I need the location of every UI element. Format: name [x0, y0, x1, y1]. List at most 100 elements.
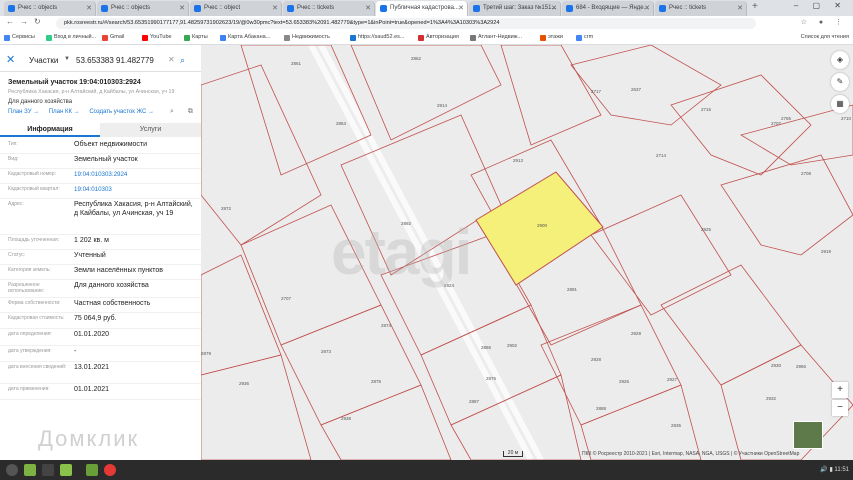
bookmark-item[interactable]: https://saud52.es... — [350, 34, 404, 41]
window-controls[interactable]: – ▢ ✕ — [794, 1, 847, 10]
parcel-label: 2875 — [371, 379, 382, 384]
chevron-down-icon[interactable]: ▼ — [64, 56, 70, 62]
parcel-outline[interactable] — [201, 354, 312, 460]
zoom-to-icon[interactable]: ⌕ ⧉ — [170, 108, 199, 116]
bookmark-item[interactable]: Карта Абакана... — [220, 34, 270, 41]
plan-kk-link[interactable]: План КК → — [49, 109, 80, 115]
parcel-label: 2765 — [781, 116, 792, 121]
search-type-select[interactable]: Участки — [29, 56, 58, 65]
bookmark-item[interactable]: Карты — [184, 34, 208, 41]
parcel-outline[interactable] — [240, 45, 372, 176]
cadastral-map[interactable]: 2861 2862 2913 2717 2637 2714 2715 2707 2708 2863… — [201, 45, 853, 460]
close-tab-icon[interactable]: ✕ — [644, 1, 650, 16]
system-tray[interactable]: 🔊 ▮ 11:51 — [820, 466, 849, 473]
bookmark-item[interactable]: Gmail — [102, 34, 124, 41]
panel-tabs: Информация Услуги — [0, 123, 201, 137]
attribute-label: Кадастровая стоимость: — [8, 315, 65, 321]
basemap-switcher[interactable] — [793, 421, 823, 449]
chrome-icon[interactable] — [104, 464, 116, 476]
attribute-value: Республика Хакасия, р-н Алтайский, д Кай… — [74, 201, 193, 217]
bookmark-item[interactable]: Атлант-Недвиж... — [470, 34, 522, 41]
zoom-in-button[interactable]: + — [832, 382, 848, 398]
bookmark-item[interactable]: Сервисы — [4, 34, 35, 41]
close-tab-icon[interactable]: ✕ — [86, 1, 92, 16]
browser-tab[interactable]: Публичная кадастрова... ✕ — [376, 1, 468, 16]
attribute-value[interactable]: 19:04:010303:2924 — [74, 170, 196, 179]
tab-info[interactable]: Информация — [0, 123, 100, 137]
extension-icons[interactable]: ☆ ● ⋮ — [801, 18, 847, 26]
parcel-label: 2914 — [437, 103, 448, 108]
parcel-label: 2715 — [701, 107, 712, 112]
parcel-label: 2926 — [619, 379, 630, 384]
attribute-label: Адрес: — [8, 201, 24, 207]
reload-icon[interactable]: ↻ — [34, 17, 41, 26]
close-icon[interactable]: ✕ — [6, 53, 15, 66]
parcel-label: 2888 — [596, 406, 607, 411]
files-window-icon[interactable] — [86, 464, 98, 476]
terminal-icon[interactable] — [42, 464, 54, 476]
close-tab-icon[interactable]: ✕ — [551, 1, 557, 16]
browser-tab[interactable]: Рчес :: tickets ✕ — [655, 1, 747, 16]
browser-tab[interactable]: Третий шаг: Заказ №151... ✕ — [469, 1, 561, 16]
parcel-outline[interactable] — [320, 384, 452, 460]
parcel-outline[interactable] — [580, 384, 702, 460]
close-tab-icon[interactable]: ✕ — [737, 1, 743, 16]
bookmark-item[interactable]: этажи — [540, 34, 563, 41]
attribute-row: Кадастровая стоимость: 75 064,9 руб. — [0, 313, 201, 329]
parcel-outline[interactable] — [500, 45, 602, 146]
favicon-icon — [287, 5, 294, 12]
parcel-label: 2919 — [821, 249, 832, 254]
attribute-label: Площадь уточненная: — [8, 237, 60, 243]
parcel-outline[interactable] — [350, 45, 502, 141]
parcel-outline[interactable] — [670, 74, 812, 176]
close-tab-icon[interactable]: ✕ — [365, 1, 371, 16]
parcel-label: 2935 — [671, 423, 682, 428]
attribute-label: Статус: — [8, 252, 26, 258]
browser-tab[interactable]: Рчес :: tickets ✕ — [283, 1, 375, 16]
parcel-label: 2874 — [381, 323, 392, 328]
folder-icon[interactable] — [60, 464, 72, 476]
close-tab-icon[interactable]: ✕ — [179, 1, 185, 16]
parcel-outline[interactable] — [590, 194, 732, 316]
search-input[interactable]: 53.653383 91.482779 — [76, 56, 154, 65]
tab-services[interactable]: Услуги — [100, 123, 201, 137]
forward-icon[interactable]: → — [20, 17, 28, 26]
parcel-outline[interactable] — [280, 304, 422, 426]
attribute-value[interactable]: 19:04:010303 — [74, 185, 196, 194]
parcel-label: 2928 — [591, 357, 602, 362]
parcel-outline[interactable] — [540, 304, 682, 426]
bookmark-item[interactable]: Авторизация — [418, 34, 459, 41]
new-tab-button[interactable]: + — [752, 1, 758, 12]
browser-tab[interactable]: 684 - Входящие — Янде... ✕ — [562, 1, 654, 16]
bookmark-item[interactable]: Недвижимость — [284, 34, 330, 41]
browser-tab[interactable]: Рчес :: objects ✕ — [4, 1, 96, 16]
measure-icon[interactable]: ✎ — [831, 73, 849, 91]
files-icon[interactable] — [24, 464, 36, 476]
browser-tab[interactable]: Рчес :: object ✕ — [190, 1, 282, 16]
address-bar[interactable]: pkk.rosreestr.ru/#/search/53.65351990177… — [56, 18, 756, 29]
selected-parcel[interactable] — [475, 171, 604, 286]
bookmark-item[interactable]: crm — [576, 34, 593, 41]
reading-list[interactable]: Список для чтения — [801, 34, 849, 40]
back-icon[interactable]: ← — [6, 17, 14, 26]
search-icon[interactable]: ⌕ — [180, 55, 185, 66]
bookmark-item[interactable]: YouTube — [142, 34, 172, 41]
parcel-layer[interactable]: 2861 2862 2913 2717 2637 2714 2715 2707 2708 2863… — [201, 45, 853, 460]
bookmark-icon — [418, 35, 424, 41]
clear-icon[interactable]: ✕ — [168, 55, 175, 64]
parcel-outline[interactable] — [720, 154, 853, 256]
attribute-label: дата внесения сведений: — [8, 364, 67, 370]
create-parcel-link[interactable]: Создать участок ЖС → — [89, 109, 154, 115]
layers-icon[interactable]: ◈ — [831, 51, 849, 69]
tab-title: Публичная кадастрова... — [390, 5, 459, 11]
parcel-outline[interactable] — [570, 45, 722, 126]
bookmark-item[interactable]: Вход в личный... — [46, 34, 96, 41]
start-menu-icon[interactable] — [6, 464, 18, 476]
zoom-out-button[interactable]: − — [832, 400, 848, 416]
plan-zu-link[interactable]: План ЗУ → — [8, 109, 39, 115]
grid-icon[interactable]: ▦ — [831, 95, 849, 113]
browser-tab[interactable]: Рчес :: objects ✕ — [97, 1, 189, 16]
close-tab-icon[interactable]: ✕ — [272, 1, 278, 16]
parcel-outline[interactable] — [201, 64, 322, 246]
close-tab-icon[interactable]: ✕ — [458, 1, 464, 16]
